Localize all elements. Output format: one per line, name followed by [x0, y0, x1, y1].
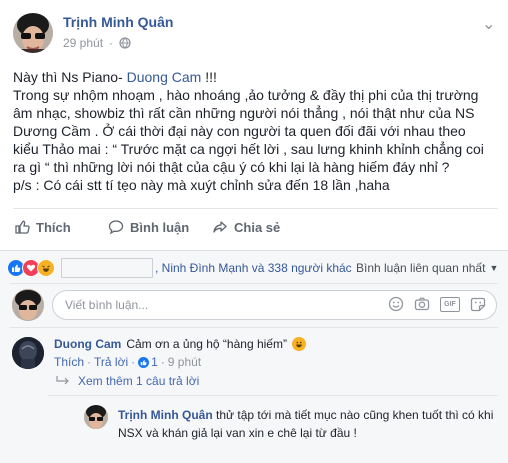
divider: [48, 395, 498, 396]
thumbs-up-icon: [15, 220, 30, 234]
reply-arrow-icon: [56, 376, 69, 385]
gif-icon[interactable]: GIF: [440, 296, 460, 312]
globe-icon: [119, 37, 131, 49]
post-author-avatar[interactable]: [13, 13, 53, 53]
post-line: âm nhạc, showbiz thì rất cần những người…: [13, 105, 475, 121]
sort-label: Bình luận liên quan nhất: [356, 261, 486, 275]
post-line: ra gì “ thì những lời nói thật của cậu ý…: [13, 159, 450, 175]
view-more-replies-label: Xem thêm 1 câu trả lời: [78, 374, 200, 388]
grin-emoji-icon: [291, 337, 306, 351]
commenter-avatar[interactable]: [12, 337, 44, 369]
reactions-summary[interactable]: , Ninh Đình Mạnh và 338 người khác: [7, 258, 352, 278]
comment-time[interactable]: 9 phút: [168, 355, 201, 369]
post-line: Trong sự nhộm nhoạm , hào nhoáng ,ảo tưở…: [13, 87, 479, 103]
comment-text: Cảm ơn a ủng hộ “hàng hiếm”: [126, 337, 287, 351]
sticker-icon[interactable]: [470, 296, 486, 312]
reply-item: Trịnh Minh Quân thử tập tới mà tiết mục …: [118, 406, 493, 442]
comment-reply-link[interactable]: Trả lời: [94, 355, 128, 369]
mention-link[interactable]: Duong Cam: [127, 69, 202, 85]
reply-text-line2: NSX và khán giả lại van xin e chê lại từ…: [118, 426, 357, 440]
post-line: Dương Cầm . Ở cái thời đại này con người…: [13, 123, 466, 139]
reply-author-name[interactable]: Trịnh Minh Quân: [118, 408, 213, 422]
comment-actions: Thích · Trả lời · 1 · 9 phút: [54, 355, 202, 369]
divider: [13, 208, 498, 209]
comment-input[interactable]: Viết bình luận...: [65, 298, 148, 312]
reply-line-1: Trịnh Minh Quân thử tập tới mà tiết mục …: [118, 406, 493, 424]
share-button[interactable]: Chia sẻ: [212, 219, 280, 235]
comment-item: Duong Cam Cảm ơn a ủng hộ “hàng hiếm”: [54, 337, 306, 351]
post-meta: 29 phút ·: [63, 36, 131, 50]
reaction-count-number: 1: [151, 355, 158, 369]
camera-icon[interactable]: [414, 296, 430, 312]
reply-author-avatar[interactable]: [84, 405, 108, 429]
commenter-name[interactable]: Duong Cam: [54, 337, 121, 351]
like-label: Thích: [36, 219, 71, 235]
post-options-button[interactable]: ⌄: [482, 14, 495, 34]
emoji-icon[interactable]: [388, 296, 404, 312]
post-time[interactable]: 29 phút: [63, 36, 103, 50]
view-more-replies-link[interactable]: Xem thêm 1 câu trả lời: [56, 374, 199, 388]
comment-input-box[interactable]: Viết bình luận... GIF: [52, 290, 497, 320]
comment-button[interactable]: Bình luận: [108, 219, 189, 235]
speech-bubble-icon: [108, 220, 124, 235]
composer-icons: GIF: [388, 296, 486, 312]
comment-sort-dropdown[interactable]: Bình luận liên quan nhất ▼: [356, 261, 498, 275]
post-body: Này thì Ns Piano- Duong Cam !!! Trong sự…: [13, 68, 498, 194]
haha-reaction-icon: [37, 259, 55, 277]
chevron-down-icon: ⌄: [482, 16, 496, 33]
comment-reaction-count[interactable]: 1: [138, 355, 158, 369]
comment-label: Bình luận: [130, 219, 190, 235]
like-button[interactable]: Thích: [14, 219, 71, 235]
like-reaction-icon: [138, 356, 150, 368]
comment-like-link[interactable]: Thích: [54, 355, 84, 369]
post-author-name[interactable]: Trịnh Minh Quân: [63, 14, 173, 30]
composer-avatar: [12, 289, 44, 321]
post-line: Này thì Ns Piano- Duong Cam !!!: [13, 69, 217, 85]
divider: [10, 327, 498, 328]
redacted-name-box: [61, 258, 153, 278]
post-line: kiểu Thảo mai : “ Trước mặt ca ngợi hết …: [13, 141, 484, 157]
reactions-text: , Ninh Đình Mạnh và 338 người khác: [155, 261, 352, 275]
reply-text-line1: thử tập tới mà tiết mục nào cũng khen tu…: [216, 408, 494, 422]
caret-down-icon: ▼: [489, 263, 499, 273]
share-label: Chia sẻ: [234, 219, 281, 235]
share-icon: [213, 221, 227, 233]
divider: [10, 283, 498, 284]
post-line: p/s : Có cái stt tí tẹo này mà xuýt chỉn…: [13, 177, 390, 193]
